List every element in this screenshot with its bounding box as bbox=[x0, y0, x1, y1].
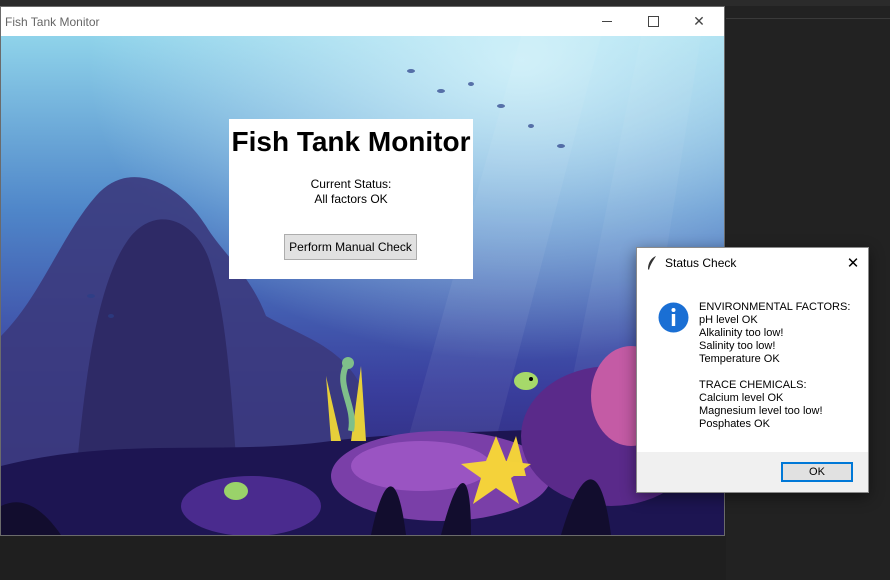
perform-manual-check-button[interactable]: Perform Manual Check bbox=[284, 234, 417, 260]
minimize-icon bbox=[602, 21, 612, 22]
close-button[interactable]: ✕ bbox=[676, 7, 722, 36]
window-title: Fish Tank Monitor bbox=[5, 15, 100, 29]
dialog-line: Posphates OK bbox=[699, 418, 770, 430]
editor-divider bbox=[726, 18, 890, 19]
panel-heading: Fish Tank Monitor bbox=[231, 126, 471, 157]
dialog-line: Alkalinity too low! bbox=[699, 327, 784, 339]
main-window: Fish Tank Monitor ✕ Fish Tank Monitor Cu… bbox=[0, 6, 725, 536]
dialog-line: Temperature OK bbox=[699, 353, 780, 365]
maximize-icon bbox=[647, 16, 659, 27]
maximize-button[interactable] bbox=[630, 7, 676, 36]
status-panel: Fish Tank Monitor Current Status: All fa… bbox=[229, 119, 473, 279]
dialog-line: TRACE CHEMICALS: bbox=[699, 379, 807, 391]
close-icon: ✕ bbox=[846, 254, 860, 272]
dialog-line: Magnesium level too low! bbox=[699, 405, 823, 417]
status-check-dialog: Status Check ✕ ENVIRONMENTAL FACTORS: pH… bbox=[636, 247, 869, 493]
dialog-title: Status Check bbox=[665, 256, 737, 270]
dialog-line: ENVIRONMENTAL FACTORS: bbox=[699, 301, 851, 313]
feather-icon bbox=[648, 256, 656, 270]
dialog-line: pH level OK bbox=[699, 314, 758, 326]
dialog-line: Salinity too low! bbox=[699, 340, 776, 352]
dialog-title-bar[interactable]: Status Check ✕ bbox=[637, 248, 868, 277]
minimize-button[interactable] bbox=[584, 7, 630, 36]
status-value: All factors OK bbox=[314, 192, 388, 206]
close-icon: ✕ bbox=[693, 13, 705, 29]
ok-button[interactable]: OK bbox=[781, 462, 853, 482]
status-label: Current Status: bbox=[310, 177, 392, 191]
underwater-background-image bbox=[1, 36, 724, 535]
dialog-footer: OK bbox=[637, 452, 868, 492]
dialog-line: Calcium level OK bbox=[699, 392, 784, 404]
info-icon bbox=[658, 302, 689, 333]
title-bar[interactable]: Fish Tank Monitor ✕ bbox=[1, 7, 724, 36]
dialog-close-button[interactable]: ✕ bbox=[838, 248, 868, 277]
